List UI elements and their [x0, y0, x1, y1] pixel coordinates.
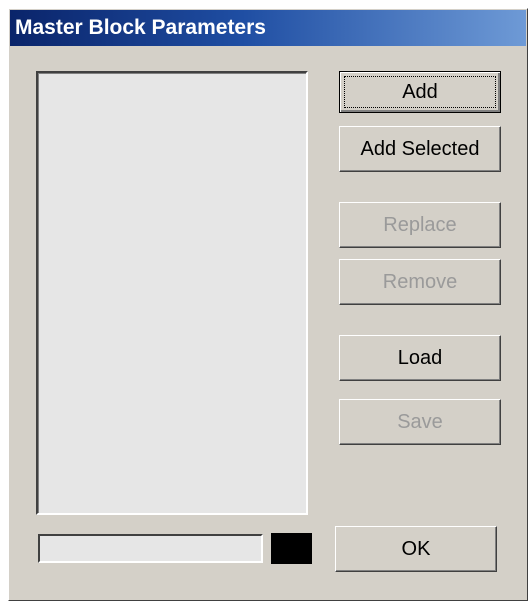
replace-button[interactable]: Replace: [339, 202, 501, 248]
load-button[interactable]: Load: [339, 335, 501, 381]
progress-bar: [38, 534, 263, 563]
master-block-list[interactable]: [36, 71, 308, 515]
master-block-parameters-dialog: Master Block Parameters Add Add Selected…: [8, 8, 528, 601]
title-bar: Master Block Parameters: [10, 10, 526, 46]
remove-button[interactable]: Remove: [339, 259, 501, 305]
color-swatch[interactable]: [271, 533, 312, 564]
window-title: Master Block Parameters: [15, 16, 266, 39]
add-selected-button[interactable]: Add Selected: [339, 126, 501, 172]
add-button[interactable]: Add: [339, 71, 501, 113]
ok-button[interactable]: OK: [335, 526, 497, 572]
save-button[interactable]: Save: [339, 399, 501, 445]
